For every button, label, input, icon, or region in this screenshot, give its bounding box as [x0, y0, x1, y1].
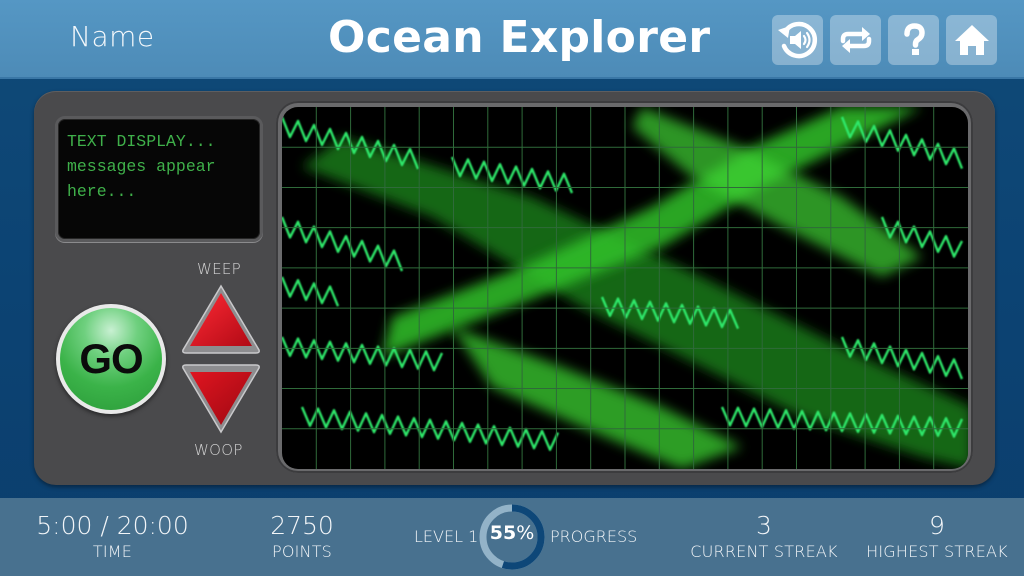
current-streak-value: 3 — [756, 511, 772, 540]
question-mark-icon — [903, 23, 925, 55]
wave-trace — [840, 116, 964, 170]
swap-button[interactable] — [830, 15, 881, 65]
time-stat: 5:00 / 20:00 TIME — [20, 511, 205, 563]
time-label: TIME — [92, 542, 133, 561]
echo-blob — [632, 107, 922, 277]
woop-down-button[interactable] — [181, 363, 261, 439]
scope-grid — [282, 107, 968, 469]
header-bar: Name Ocean Explorer — [0, 0, 1024, 79]
go-button-label: GO — [60, 308, 162, 410]
go-button[interactable]: GO — [56, 304, 166, 414]
points-stat: 2750 POINTS — [252, 511, 352, 563]
text-display: TEXT DISPLAY... messages appear here... — [55, 116, 263, 242]
sonar-scope — [276, 101, 973, 473]
woop-label: WOOP — [194, 441, 243, 459]
sonar-echo-blobs — [302, 107, 968, 469]
replay-audio-icon — [777, 21, 817, 59]
wave-trace — [282, 276, 340, 307]
help-button[interactable] — [888, 15, 939, 65]
level-label: LEVEL 1 — [414, 527, 479, 546]
app-title: Ocean Explorer — [328, 12, 711, 63]
highest-streak-value: 9 — [929, 511, 945, 540]
up-triangle-icon — [182, 284, 260, 354]
progress-percent-number: 55 — [489, 522, 517, 544]
highest-streak-label: HIGHEST STREAK — [866, 542, 1008, 561]
progress-percent-sign: % — [516, 522, 535, 544]
points-label: POINTS — [271, 542, 333, 561]
wave-trace — [282, 216, 404, 272]
replay-audio-button[interactable] — [772, 15, 823, 65]
current-streak-stat: 3 CURRENT STREAK — [684, 511, 844, 563]
home-button[interactable] — [946, 15, 997, 65]
points-value: 2750 — [270, 511, 334, 540]
sonar-display — [282, 107, 968, 469]
player-name: Name — [70, 20, 155, 53]
weep-up-button[interactable] — [181, 283, 261, 359]
swap-arrows-icon — [840, 27, 871, 53]
sonar-screen — [282, 107, 968, 469]
progress-label: PROGRESS — [550, 527, 638, 546]
highest-streak-stat: 9 HIGHEST STREAK — [858, 511, 1016, 563]
weep-label: WEEP — [197, 260, 242, 278]
progress-percent: 55% — [477, 522, 547, 544]
home-icon — [954, 25, 989, 55]
down-triangle-icon — [182, 364, 260, 434]
time-value: 5:00 / 20:00 — [36, 511, 189, 540]
current-streak-label: CURRENT STREAK — [690, 542, 838, 561]
